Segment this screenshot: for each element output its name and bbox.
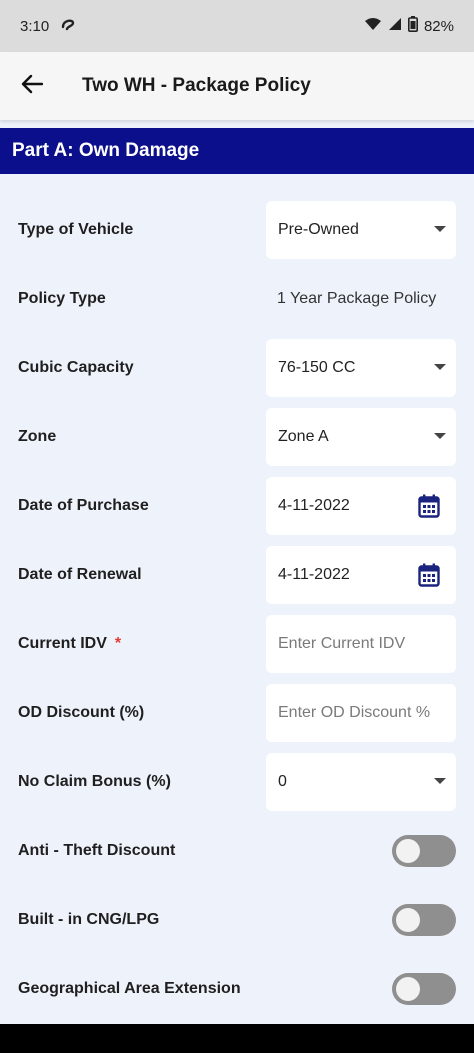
renewal-date-row: Date of Renewal 4-11-2022 bbox=[0, 546, 474, 604]
cng-lpg-row: Built - in CNG/LPG bbox=[0, 891, 474, 949]
od-discount-label: OD Discount (%) bbox=[18, 704, 145, 721]
no-claim-bonus-dropdown[interactable]: 0 bbox=[266, 753, 456, 811]
navigation-bar bbox=[0, 1024, 474, 1053]
toggle-knob bbox=[396, 839, 420, 863]
anti-theft-label: Anti - Theft Discount bbox=[18, 842, 176, 859]
cubic-capacity-value: 76-150 CC bbox=[278, 359, 356, 376]
toggle-knob bbox=[396, 977, 420, 1001]
toggle-knob bbox=[396, 908, 420, 932]
zone-dropdown[interactable]: Zone A bbox=[266, 408, 456, 466]
vehicle-type-dropdown[interactable]: Pre-Owned bbox=[266, 201, 456, 259]
current-idv-label: Current IDV * bbox=[18, 635, 121, 653]
dropdown-arrow-icon bbox=[434, 226, 446, 232]
cubic-capacity-row: Cubic Capacity 76-150 CC bbox=[0, 339, 474, 397]
vehicle-type-label: Type of Vehicle bbox=[18, 221, 134, 238]
purchase-date-row: Date of Purchase 4-11-2022 bbox=[0, 477, 474, 535]
signal-icon bbox=[388, 17, 402, 35]
current-idv-label-text: Current IDV bbox=[18, 635, 107, 652]
dropdown-arrow-icon bbox=[434, 364, 446, 370]
zone-label: Zone bbox=[18, 428, 57, 445]
section-header: Part A: Own Damage bbox=[0, 128, 474, 174]
cubic-capacity-dropdown[interactable]: 76-150 CC bbox=[266, 339, 456, 397]
current-idv-input[interactable] bbox=[278, 635, 456, 653]
wifi-icon bbox=[364, 17, 382, 35]
cng-lpg-label: Built - in CNG/LPG bbox=[18, 911, 160, 928]
status-time: 3:10 bbox=[20, 17, 50, 35]
anti-theft-row: Anti - Theft Discount bbox=[0, 822, 474, 880]
anti-theft-toggle[interactable] bbox=[392, 835, 456, 867]
purchase-date-value: 4-11-2022 bbox=[278, 497, 350, 514]
back-button[interactable] bbox=[0, 52, 64, 120]
cubic-capacity-label: Cubic Capacity bbox=[18, 359, 134, 376]
policy-type-value: 1 Year Package Policy bbox=[277, 290, 437, 307]
vehicle-type-row: Type of Vehicle Pre-Owned bbox=[0, 201, 474, 259]
no-claim-bonus-label: No Claim Bonus (%) bbox=[18, 773, 171, 790]
od-discount-field[interactable] bbox=[266, 684, 456, 742]
dropdown-arrow-icon bbox=[434, 778, 446, 784]
battery-icon bbox=[407, 16, 418, 36]
calendar-icon[interactable] bbox=[418, 494, 440, 523]
geo-extension-row: Geographical Area Extension bbox=[0, 960, 474, 1018]
zone-value: Zone A bbox=[278, 428, 329, 445]
renewal-date-field[interactable]: 4-11-2022 bbox=[266, 546, 456, 604]
page-title: Two WH - Package Policy bbox=[82, 75, 311, 96]
current-idv-row: Current IDV * bbox=[0, 615, 474, 673]
vehicle-type-value: Pre-Owned bbox=[278, 221, 359, 238]
required-marker: * bbox=[114, 635, 122, 652]
calendar-icon[interactable] bbox=[418, 563, 440, 592]
policy-type-row: Policy Type 1 Year Package Policy bbox=[0, 270, 474, 328]
battery-percent: 82% bbox=[423, 17, 454, 35]
app-bar: Two WH - Package Policy bbox=[0, 52, 474, 120]
zone-row: Zone Zone A bbox=[0, 408, 474, 466]
renewal-date-label: Date of Renewal bbox=[18, 566, 142, 583]
dropdown-arrow-icon bbox=[434, 433, 446, 439]
policy-type-label: Policy Type bbox=[18, 290, 106, 307]
cng-lpg-toggle[interactable] bbox=[392, 904, 456, 936]
od-discount-row: OD Discount (%) bbox=[0, 684, 474, 742]
purchase-date-label: Date of Purchase bbox=[18, 497, 149, 514]
no-claim-bonus-value: 0 bbox=[278, 773, 287, 790]
current-idv-field[interactable] bbox=[266, 615, 456, 673]
status-bar: 3:10 82% bbox=[0, 0, 474, 52]
back-arrow-icon bbox=[21, 74, 44, 99]
geo-extension-toggle[interactable] bbox=[392, 973, 456, 1005]
od-discount-input[interactable] bbox=[278, 704, 456, 722]
purchase-date-field[interactable]: 4-11-2022 bbox=[266, 477, 456, 535]
airtel-icon bbox=[59, 15, 77, 37]
renewal-date-value: 4-11-2022 bbox=[278, 566, 350, 583]
geo-extension-label: Geographical Area Extension bbox=[18, 980, 241, 997]
no-claim-bonus-row: No Claim Bonus (%) 0 bbox=[0, 753, 474, 811]
